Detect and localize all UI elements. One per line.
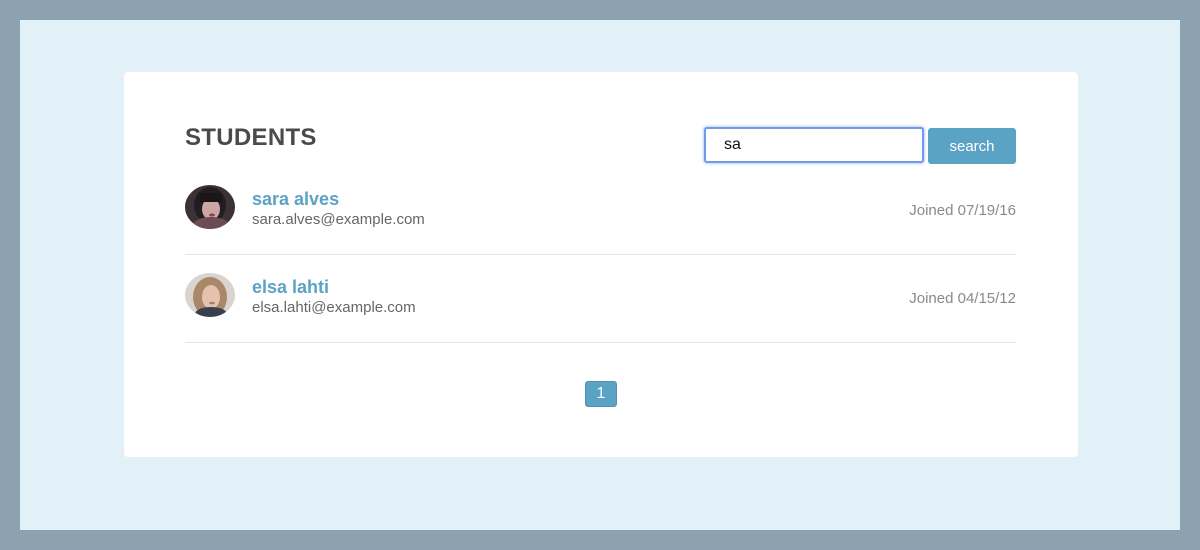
student-list: sara alves sara.alves@example.com Joined… [185, 168, 1016, 344]
pagination: 1 [585, 381, 617, 407]
page-1-button[interactable]: 1 [585, 381, 617, 407]
search-button[interactable]: search [928, 128, 1016, 164]
student-email: sara.alves@example.com [252, 211, 425, 228]
joined-date: Joined 04/15/12 [909, 290, 1016, 307]
list-item: elsa lahti elsa.lahti@example.com Joined… [185, 256, 1016, 343]
joined-date: Joined 07/19/16 [909, 202, 1016, 219]
student-name-link[interactable]: sara alves [252, 189, 339, 210]
avatar [185, 273, 235, 317]
search-input[interactable] [704, 127, 924, 163]
students-card: STUDENTS search sara alves sara.alves@ex… [124, 72, 1078, 457]
page-title: STUDENTS [185, 124, 317, 151]
student-email: elsa.lahti@example.com [252, 299, 416, 316]
avatar [185, 185, 235, 229]
student-name-link[interactable]: elsa lahti [252, 277, 329, 298]
list-item: sara alves sara.alves@example.com Joined… [185, 168, 1016, 255]
page-backdrop: STUDENTS search sara alves sara.alves@ex… [20, 20, 1180, 530]
